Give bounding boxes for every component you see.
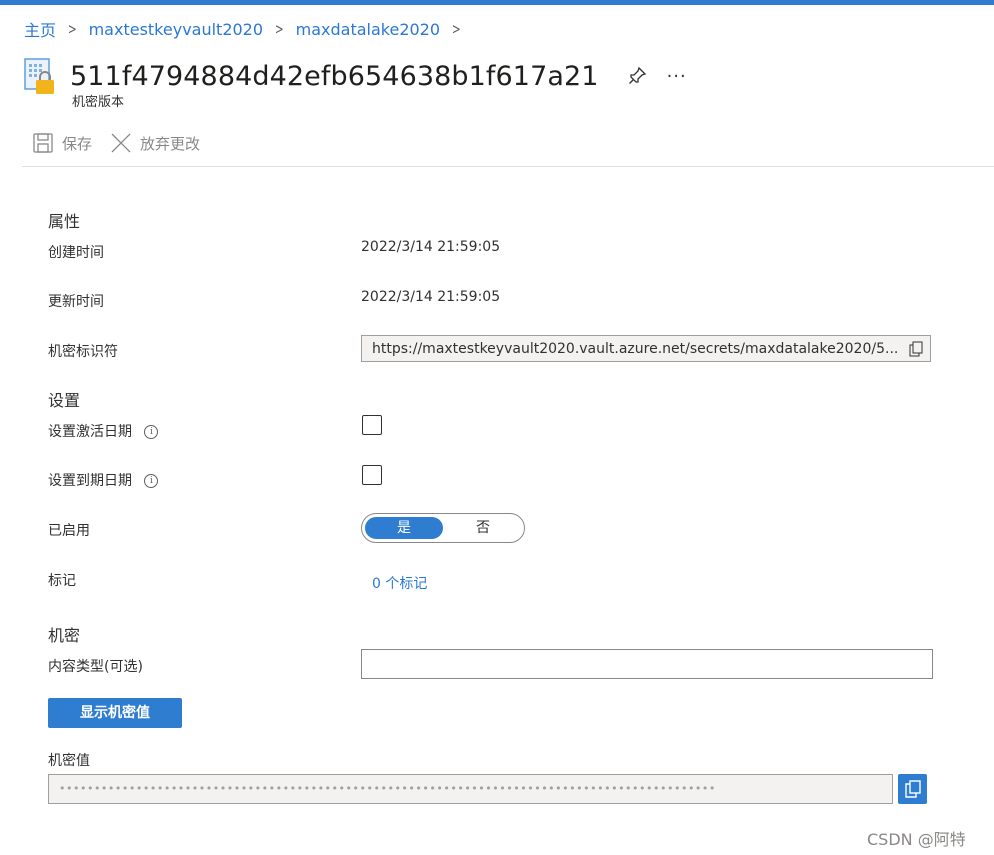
updated-value: 2022/3/14 21:59:05 [361, 289, 501, 305]
secret-value-field[interactable]: ••••••••••••••••••••••••••••••••••••••••… [48, 774, 893, 804]
more-options-icon[interactable]: ··· [667, 66, 687, 87]
activation-date-checkbox[interactable] [362, 415, 382, 435]
key-vault-secret-icon [24, 55, 60, 97]
copy-icon [904, 780, 921, 798]
created-label: 创建时间 [48, 245, 104, 261]
activation-date-label-text: 设置激活日期 [48, 424, 132, 440]
breadcrumb-secret[interactable]: maxdatalake2020 [296, 20, 440, 39]
created-value: 2022/3/14 21:59:05 [361, 239, 501, 255]
save-label: 保存 [62, 134, 93, 153]
discard-changes-button[interactable]: 放弃更改 [110, 132, 200, 154]
breadcrumb-separator-icon: > [274, 20, 284, 38]
breadcrumb-home[interactable]: 主页 [24, 17, 56, 41]
content-type-label: 内容类型(可选) [48, 659, 143, 675]
enabled-toggle: 是 否 [361, 513, 525, 543]
expiration-date-label-text: 设置到期日期 [48, 473, 132, 489]
secret-value-label: 机密值 [48, 753, 90, 769]
save-button[interactable]: 保存 [32, 132, 92, 154]
breadcrumb-separator-icon: > [451, 20, 461, 38]
enabled-no-option[interactable]: 否 [444, 517, 522, 539]
info-icon[interactable]: i [144, 425, 159, 439]
top-accent-bar [0, 0, 994, 5]
breadcrumb-separator-icon: > [67, 20, 77, 38]
expiration-date-label: 设置到期日期 i [48, 470, 159, 490]
close-icon [111, 133, 131, 153]
content-type-input[interactable] [361, 649, 933, 679]
enabled-yes-option[interactable]: 是 [365, 517, 443, 539]
toolbar-divider [22, 166, 994, 167]
enabled-label: 已启用 [48, 523, 90, 539]
page-title: 511f4794884d42efb654638b1f617a21 [70, 60, 599, 92]
breadcrumb-keyvault[interactable]: maxtestkeyvault2020 [89, 20, 263, 39]
secret-section-title: 机密 [48, 626, 81, 645]
copy-icon[interactable] [902, 341, 930, 357]
page-subtitle: 机密版本 [72, 95, 125, 110]
info-icon[interactable]: i [144, 474, 159, 488]
secret-identifier-field[interactable]: https://maxtestkeyvault2020.vault.azure.… [361, 335, 931, 362]
properties-section-title: 属性 [48, 212, 81, 231]
watermark: CSDN @阿特 [867, 830, 966, 849]
tags-label: 标记 [48, 573, 76, 589]
tags-link[interactable]: 0 个标记 [372, 573, 427, 593]
updated-label: 更新时间 [48, 294, 104, 310]
breadcrumb: 主页 > maxtestkeyvault2020 > maxdatalake20… [24, 17, 473, 41]
activation-date-label: 设置激活日期 i [48, 421, 159, 441]
command-bar: 保存 放弃更改 [32, 132, 218, 154]
secret-identifier-value: https://maxtestkeyvault2020.vault.azure.… [372, 340, 899, 357]
pin-icon[interactable] [627, 66, 647, 86]
identifier-label: 机密标识符 [48, 344, 118, 360]
settings-section-title: 设置 [48, 391, 81, 410]
expiration-date-checkbox[interactable] [362, 465, 382, 485]
copy-secret-button[interactable] [898, 774, 927, 804]
save-icon [33, 133, 53, 153]
show-secret-value-button[interactable]: 显示机密值 [48, 698, 182, 728]
discard-label: 放弃更改 [140, 134, 201, 153]
